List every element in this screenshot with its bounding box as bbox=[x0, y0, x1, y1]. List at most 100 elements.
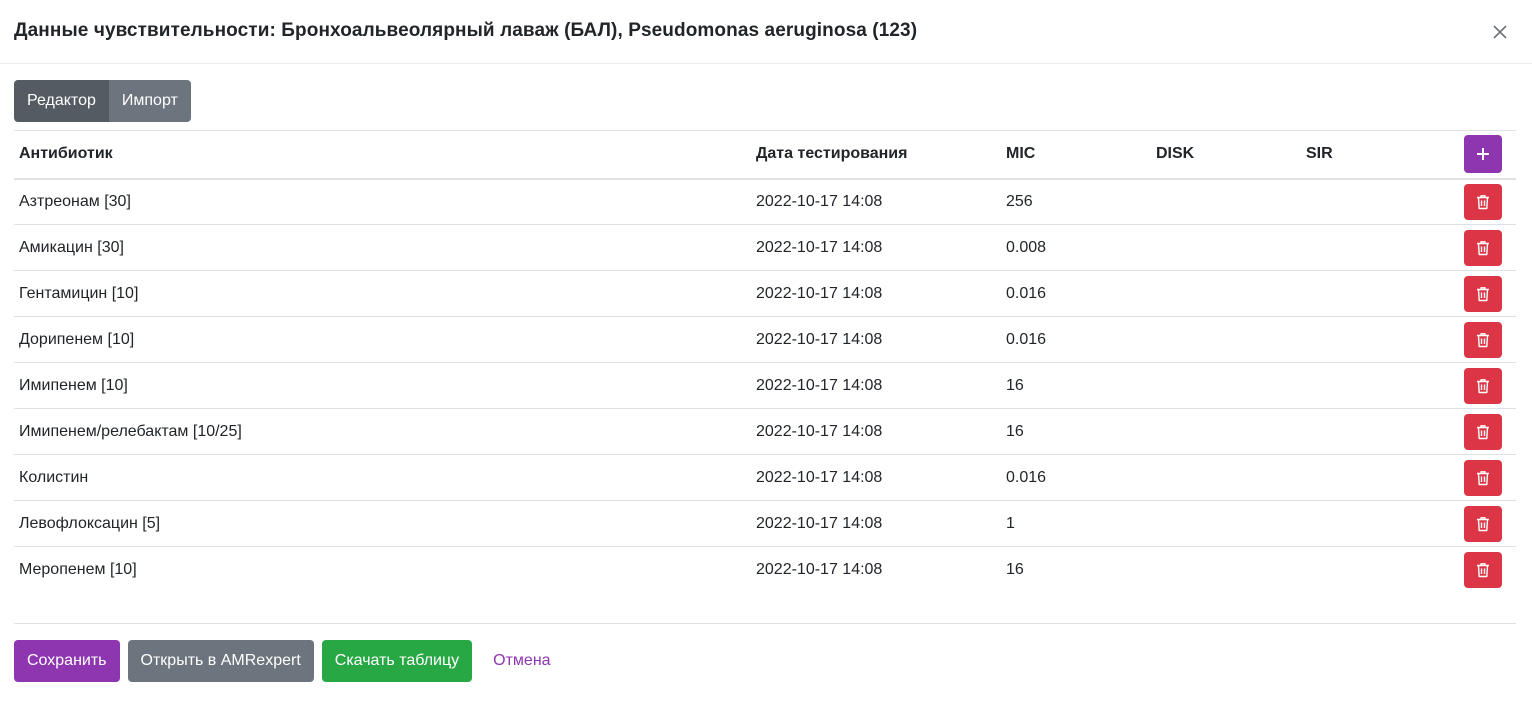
table-header-row: Антибиотик Дата тестирования MIC DISK SI… bbox=[14, 130, 1516, 179]
header-date: Дата тестирования bbox=[756, 145, 908, 163]
trash-icon bbox=[1477, 470, 1489, 485]
close-icon bbox=[1493, 25, 1507, 39]
cell-mic: 256 bbox=[1006, 192, 1033, 210]
cell-actions bbox=[1451, 271, 1516, 317]
header-antibiotic: Антибиотик bbox=[19, 145, 113, 163]
table-row: Колистин 2022-10-17 14:08 0.016 bbox=[14, 455, 1516, 501]
cell-actions bbox=[1451, 501, 1516, 547]
close-button[interactable] bbox=[1488, 20, 1512, 44]
delete-row-button[interactable] bbox=[1464, 505, 1502, 542]
tab-import[interactable]: Импорт bbox=[108, 80, 191, 122]
cell-mic: 0.008 bbox=[1006, 238, 1047, 256]
cell-actions bbox=[1451, 409, 1516, 455]
open-amrexpert-button[interactable]: Открыть в AMRexpert bbox=[127, 640, 314, 682]
cell-date: 2022-10-17 14:08 bbox=[756, 238, 883, 256]
cell-actions bbox=[1451, 317, 1516, 363]
table-row: Дорипенем [10] 2022-10-17 14:08 0.016 bbox=[14, 317, 1516, 363]
cell-disk bbox=[1151, 179, 1301, 225]
trash-icon bbox=[1477, 332, 1489, 347]
cell-sir bbox=[1301, 179, 1451, 225]
cell-disk bbox=[1151, 225, 1301, 271]
cell-disk bbox=[1151, 317, 1301, 363]
cell-date: 2022-10-17 14:08 bbox=[756, 330, 883, 348]
trash-icon bbox=[1477, 516, 1489, 531]
delete-row-button[interactable] bbox=[1464, 229, 1502, 266]
cell-antibiotic: Меропенем [10] bbox=[19, 560, 137, 578]
trash-icon bbox=[1477, 424, 1489, 439]
download-table-button[interactable]: Скачать таблицу bbox=[321, 640, 473, 682]
delete-row-button[interactable] bbox=[1464, 413, 1502, 450]
cell-actions bbox=[1451, 455, 1516, 501]
add-row-button[interactable] bbox=[1464, 135, 1502, 174]
delete-row-button[interactable] bbox=[1464, 183, 1502, 220]
trash-icon bbox=[1477, 562, 1489, 577]
cell-antibiotic: Имипенем [10] bbox=[19, 376, 128, 394]
header-sir: SIR bbox=[1306, 145, 1333, 163]
delete-row-button[interactable] bbox=[1464, 459, 1502, 496]
delete-row-button[interactable] bbox=[1464, 551, 1502, 588]
trash-icon bbox=[1477, 194, 1489, 209]
cell-mic: 0.016 bbox=[1006, 468, 1047, 486]
cancel-link[interactable]: Отмена bbox=[480, 640, 563, 682]
cell-antibiotic: Колистин bbox=[19, 468, 89, 486]
cell-antibiotic: Амикацин [30] bbox=[19, 238, 124, 256]
cell-disk bbox=[1151, 271, 1301, 317]
cell-actions bbox=[1451, 363, 1516, 409]
cell-antibiotic: Левофлоксацин [5] bbox=[19, 514, 161, 532]
table-body: Азтреонам [30] 2022-10-17 14:08 256 Амикаци… bbox=[14, 179, 1516, 593]
trash-icon bbox=[1477, 286, 1489, 301]
cell-mic: 1 bbox=[1006, 514, 1015, 532]
modal-header: Данные чувствительности: Бронхоальвеоляр… bbox=[0, 0, 1532, 64]
table-row: Гентамицин [10] 2022-10-17 14:08 0.016 bbox=[14, 271, 1516, 317]
cell-mic: 0.016 bbox=[1006, 284, 1047, 302]
delete-row-button[interactable] bbox=[1464, 367, 1502, 404]
cell-disk bbox=[1151, 501, 1301, 547]
table-row: Амикацин [30] 2022-10-17 14:08 0.008 bbox=[14, 225, 1516, 271]
cell-antibiotic: Дорипенем [10] bbox=[19, 330, 135, 348]
cell-date: 2022-10-17 14:08 bbox=[756, 284, 883, 302]
cell-sir bbox=[1301, 547, 1451, 593]
footer-buttons: Сохранить Открыть в AMRexpert Скачать та… bbox=[14, 640, 564, 682]
cell-sir bbox=[1301, 455, 1451, 501]
cell-sir bbox=[1301, 225, 1451, 271]
cell-sir bbox=[1301, 363, 1451, 409]
sensitivity-table: Антибиотик Дата тестирования MIC DISK SI… bbox=[14, 130, 1516, 593]
modal-footer: Сохранить Открыть в AMRexpert Скачать та… bbox=[14, 623, 1516, 706]
cell-mic: 16 bbox=[1006, 422, 1024, 440]
save-button[interactable]: Сохранить bbox=[14, 640, 120, 682]
trash-icon bbox=[1477, 378, 1489, 393]
cell-mic: 0.016 bbox=[1006, 330, 1047, 348]
cell-disk bbox=[1151, 363, 1301, 409]
delete-row-button[interactable] bbox=[1464, 321, 1502, 358]
table-row: Имипенем/релебактам [10/25] 2022-10-17 14… bbox=[14, 409, 1516, 455]
cell-sir bbox=[1301, 501, 1451, 547]
cell-antibiotic: Гентамицин [10] bbox=[19, 284, 139, 302]
mode-tabs: Редактор Импорт bbox=[14, 80, 191, 122]
sensitivity-modal: Данные чувствительности: Бронхоальвеоляр… bbox=[0, 0, 1532, 706]
cell-actions bbox=[1451, 547, 1516, 593]
cell-actions bbox=[1451, 225, 1516, 271]
header-actions bbox=[1451, 131, 1516, 179]
tab-editor[interactable]: Редактор bbox=[14, 80, 109, 122]
cell-sir bbox=[1301, 317, 1451, 363]
header-disk: DISK bbox=[1156, 145, 1195, 163]
cell-date: 2022-10-17 14:08 bbox=[756, 192, 883, 210]
cell-antibiotic: Имипенем/релебактам [10/25] bbox=[19, 422, 242, 440]
delete-row-button[interactable] bbox=[1464, 275, 1502, 312]
cell-sir bbox=[1301, 271, 1451, 317]
cell-antibiotic: Азтреонам [30] bbox=[19, 192, 131, 210]
cell-date: 2022-10-17 14:08 bbox=[756, 376, 883, 394]
cell-date: 2022-10-17 14:08 bbox=[756, 514, 883, 532]
table-row: Меропенем [10] 2022-10-17 14:08 16 bbox=[14, 547, 1516, 593]
cell-date: 2022-10-17 14:08 bbox=[756, 560, 883, 578]
cell-mic: 16 bbox=[1006, 560, 1024, 578]
cell-actions bbox=[1451, 179, 1516, 225]
table-row: Азтреонам [30] 2022-10-17 14:08 256 bbox=[14, 179, 1516, 225]
cell-disk bbox=[1151, 409, 1301, 455]
cell-disk bbox=[1151, 455, 1301, 501]
cell-mic: 16 bbox=[1006, 376, 1024, 394]
cell-date: 2022-10-17 14:08 bbox=[756, 422, 883, 440]
header-mic: MIC bbox=[1006, 145, 1036, 163]
cell-date: 2022-10-17 14:08 bbox=[756, 468, 883, 486]
trash-icon bbox=[1477, 240, 1489, 255]
